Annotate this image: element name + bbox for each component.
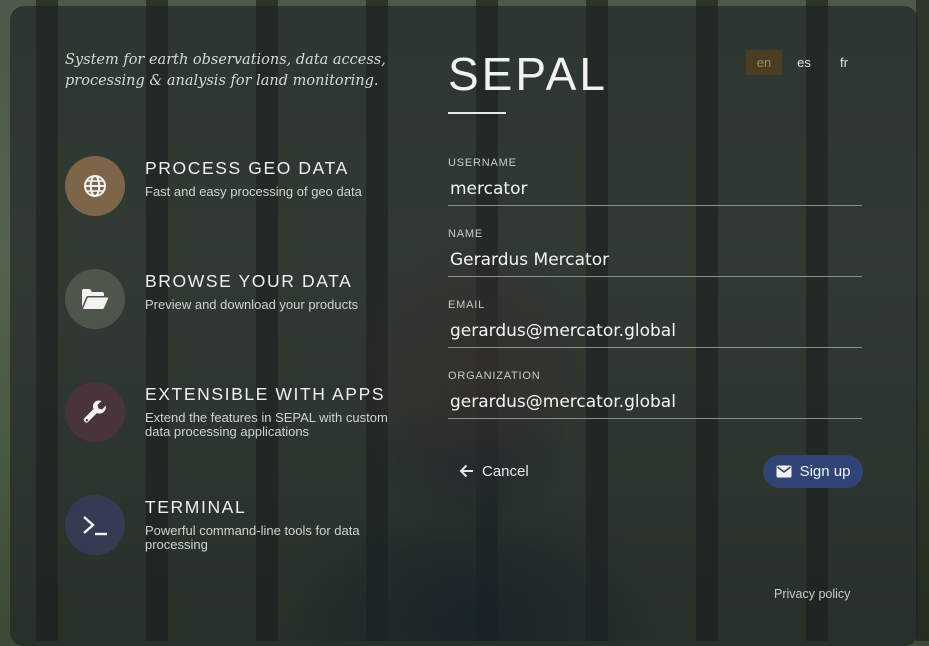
feature-title: EXTENSIBLE WITH APPS <box>145 384 386 404</box>
globe-icon <box>84 175 106 197</box>
arrow-left-icon <box>459 464 473 478</box>
feature-browse-your-data: BROWSE YOUR DATA Preview and download yo… <box>65 269 405 331</box>
feature-extensible-with-apps: EXTENSIBLE WITH APPS Extend the features… <box>65 382 405 444</box>
name-label: NAME <box>448 228 483 240</box>
wrench-icon <box>83 400 107 423</box>
title-underline <box>448 112 506 114</box>
feature-process-geo-data: PROCESS GEO DATA Fast and easy processin… <box>65 156 405 218</box>
feature-terminal: TERMINAL Powerful command-line tools for… <box>65 495 405 557</box>
feature-description: Powerful command-line tools for data pro… <box>145 523 360 552</box>
feature-icon-circle <box>65 269 125 329</box>
email-field: EMAIL <box>448 299 862 348</box>
terminal-icon <box>83 516 107 536</box>
feature-title: TERMINAL <box>145 497 247 517</box>
username-field: USERNAME <box>448 157 862 206</box>
language-option-en[interactable]: en <box>746 50 782 75</box>
language-option-fr[interactable]: fr <box>826 50 862 75</box>
feature-title: BROWSE YOUR DATA <box>145 271 353 291</box>
language-selector: en es fr <box>746 50 866 76</box>
email-label: EMAIL <box>448 299 486 311</box>
username-label: USERNAME <box>448 157 517 169</box>
cancel-button[interactable]: Cancel <box>459 460 529 482</box>
name-field: NAME <box>448 228 862 277</box>
sign-up-button[interactable]: Sign up <box>763 455 863 488</box>
username-input[interactable] <box>448 174 862 206</box>
language-option-es[interactable]: es <box>786 50 822 75</box>
feature-description: Extend the features in SEPAL with custom… <box>145 410 388 439</box>
sign-up-label: Sign up <box>799 463 851 480</box>
tagline: System for earth observations, data acce… <box>65 52 386 89</box>
feature-description: Preview and download your products <box>145 297 359 312</box>
envelope-icon <box>776 465 792 478</box>
app-title: SEPAL <box>448 48 608 100</box>
name-input[interactable] <box>448 245 862 277</box>
privacy-policy-link[interactable]: Privacy policy <box>774 587 850 601</box>
feature-icon-circle <box>65 495 125 555</box>
organization-field: ORGANIZATION <box>448 370 862 419</box>
feature-description: Fast and easy processing of geo data <box>145 184 362 199</box>
email-input[interactable] <box>448 316 862 348</box>
feature-icon-circle <box>65 382 125 442</box>
feature-icon-circle <box>65 156 125 216</box>
feature-title: PROCESS GEO DATA <box>145 158 349 178</box>
folder-open-icon <box>82 289 109 309</box>
organization-label: ORGANIZATION <box>448 370 541 382</box>
cancel-label: Cancel <box>482 462 529 480</box>
organization-input[interactable] <box>448 387 862 419</box>
